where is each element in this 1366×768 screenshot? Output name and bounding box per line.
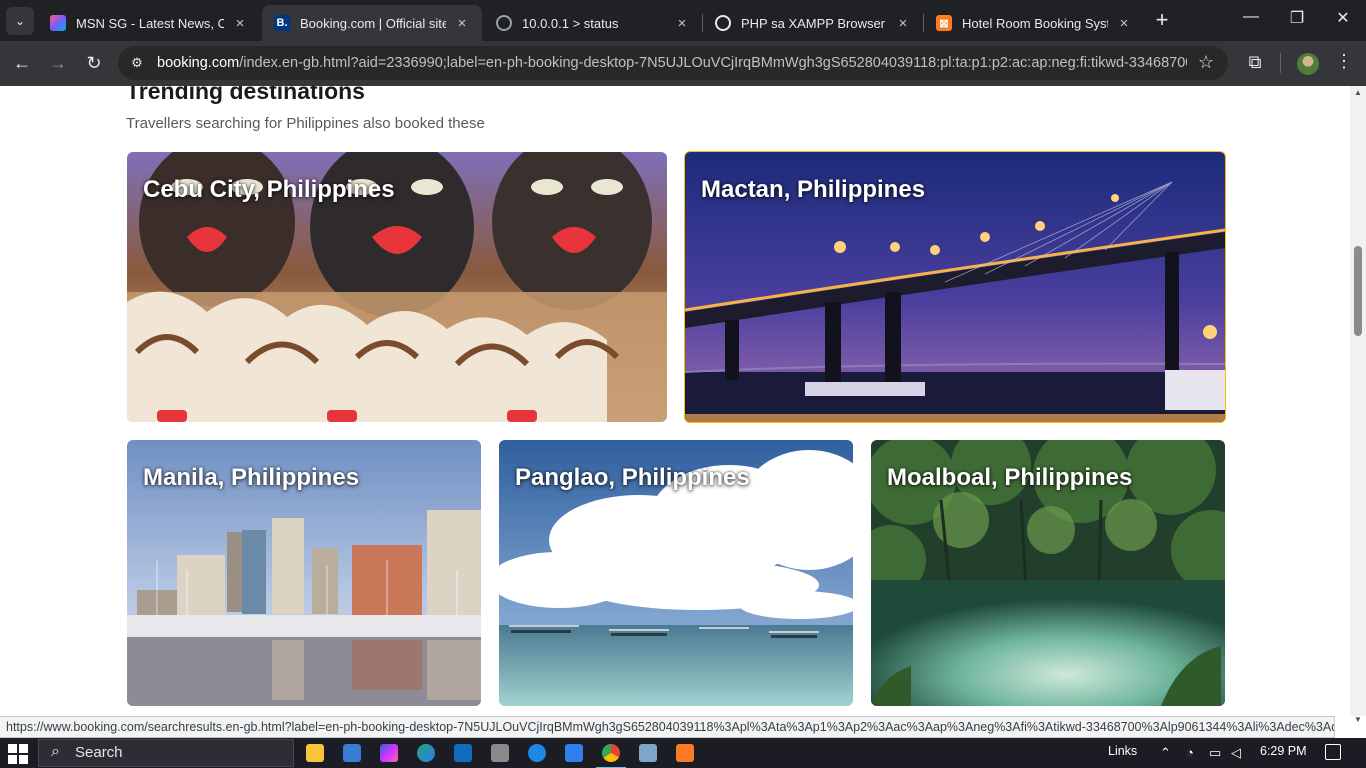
restore-icon[interactable]: ❐	[1282, 8, 1312, 32]
booking-icon: B.	[274, 15, 290, 31]
section-subtitle: Travellers searching for Philippines als…	[126, 115, 485, 132]
notification-icon[interactable]	[1325, 744, 1341, 760]
camera-icon[interactable]	[491, 744, 509, 762]
address-bar[interactable]: ⚙ booking.com/index.en-gb.html?aid=23369…	[118, 46, 1228, 80]
scroll-down-icon[interactable]: ▼	[1354, 715, 1362, 724]
openai-icon	[715, 15, 731, 31]
destination-name: Manila, Philippines	[143, 464, 360, 491]
destination-card-mactan[interactable]: Mactan, Philippines	[684, 151, 1226, 423]
volume-icon[interactable]: ◁	[1231, 745, 1241, 761]
new-tab-button[interactable]: +	[1150, 9, 1174, 33]
tab-title: Hotel Room Booking System	[962, 15, 1108, 31]
scroll-thumb[interactable]	[1354, 246, 1362, 336]
browser-tabstrip: ⌄ MSN SG - Latest News, Outlo × B. Booki…	[0, 0, 1366, 41]
scroll-up-icon[interactable]: ▲	[1354, 88, 1362, 97]
menu-kebab-icon[interactable]: ⋮	[1334, 51, 1354, 72]
tab-title: MSN SG - Latest News, Outlo	[76, 15, 224, 31]
destination-card-cebu-city[interactable]: Cebu City, Philippines	[127, 152, 667, 422]
windows-start-icon[interactable]	[8, 744, 28, 764]
links-toolbar-label[interactable]: Links	[1108, 744, 1137, 758]
tab-title: 10.0.0.1 > status	[522, 15, 619, 31]
tab-title: PHP sa XAMPP Browser	[741, 15, 886, 31]
windows-taskbar: ⌕ Search Links ⌃ ◔ ▭ ◁ 6:29 PM	[0, 738, 1366, 768]
reload-icon[interactable]: ↻	[82, 51, 106, 75]
xampp-icon[interactable]	[676, 744, 694, 762]
tab-booking[interactable]: B. Booking.com | Official site | T ×	[262, 5, 482, 41]
site-settings-icon[interactable]: ⚙	[128, 54, 146, 72]
tab-msn[interactable]: MSN SG - Latest News, Outlo ×	[38, 5, 260, 41]
router-icon	[496, 15, 512, 31]
section-title: Trending destinations	[126, 86, 365, 104]
url-host: booking.com	[157, 55, 240, 71]
destination-card-manila[interactable]: Manila, Philippines	[127, 440, 481, 706]
wifi-icon[interactable]: ◔	[1186, 745, 1194, 760]
close-icon[interactable]: ×	[232, 15, 248, 32]
outlook-icon[interactable]	[454, 744, 472, 762]
msn-icon	[50, 15, 66, 31]
tab-search-chevron-icon[interactable]: ⌄	[6, 7, 34, 35]
tab-hotel-room-booking[interactable]: ⊠ Hotel Room Booking System ×	[924, 5, 1144, 41]
store-icon[interactable]	[343, 744, 361, 762]
close-icon[interactable]: ×	[454, 15, 470, 32]
extensions-icon[interactable]: ⧉	[1244, 52, 1266, 74]
forward-icon[interactable]: →	[46, 51, 70, 75]
page-viewport: Trending destinations Travellers searchi…	[0, 86, 1350, 716]
link-status-bar: https://www.booking.com/searchresults.en…	[0, 716, 1335, 738]
copilot-icon[interactable]	[380, 744, 398, 762]
page-scrollbar[interactable]: ▲ ▼	[1350, 86, 1366, 724]
search-icon: ⌕	[51, 743, 60, 760]
tab-router-status[interactable]: 10.0.0.1 > status ×	[484, 5, 702, 41]
destination-name: Panglao, Philippines	[515, 464, 750, 491]
browser-toolbar: ← → ↻ ⚙ booking.com/index.en-gb.html?aid…	[0, 41, 1366, 86]
close-icon[interactable]: ×	[895, 15, 911, 32]
close-icon[interactable]: ×	[674, 15, 690, 32]
messenger-icon[interactable]	[528, 744, 546, 762]
profile-avatar[interactable]	[1297, 53, 1319, 75]
xampp-icon: ⊠	[936, 15, 952, 31]
remote-desktop-icon[interactable]	[639, 744, 657, 762]
bookmark-star-icon[interactable]: ☆	[1198, 52, 1214, 73]
file-explorer-icon[interactable]	[306, 744, 324, 762]
taskbar-search[interactable]: ⌕ Search	[38, 739, 294, 767]
url-path: /index.en-gb.html?aid=2336990;label=en-p…	[239, 55, 1187, 71]
clock-time[interactable]: 6:29 PM	[1260, 744, 1307, 758]
destination-name: Cebu City, Philippines	[143, 176, 395, 203]
minimize-icon[interactable]: —	[1236, 8, 1266, 32]
tab-title: Booking.com | Official site | T	[300, 15, 446, 31]
tab-php-xampp[interactable]: PHP sa XAMPP Browser ×	[703, 5, 923, 41]
window-close-icon[interactable]: ✕	[1328, 8, 1358, 32]
close-icon[interactable]: ×	[1116, 15, 1132, 32]
vscode-icon[interactable]	[565, 744, 583, 762]
taskbar-search-label: Search	[75, 744, 123, 761]
battery-icon[interactable]: ▭	[1209, 745, 1221, 761]
chrome-icon[interactable]	[596, 744, 626, 768]
destination-card-moalboal[interactable]: Moalboal, Philippines	[871, 440, 1225, 706]
destination-name: Mactan, Philippines	[701, 176, 926, 203]
toolbar-separator	[1280, 53, 1281, 73]
chevron-up-icon[interactable]: ⌃	[1160, 745, 1171, 761]
back-icon[interactable]: ←	[10, 51, 34, 75]
url-text[interactable]: booking.com/index.en-gb.html?aid=2336990…	[157, 55, 1187, 71]
edge-icon[interactable]	[417, 744, 435, 762]
destination-card-panglao[interactable]: Panglao, Philippines	[499, 440, 853, 706]
destination-name: Moalboal, Philippines	[887, 464, 1133, 491]
